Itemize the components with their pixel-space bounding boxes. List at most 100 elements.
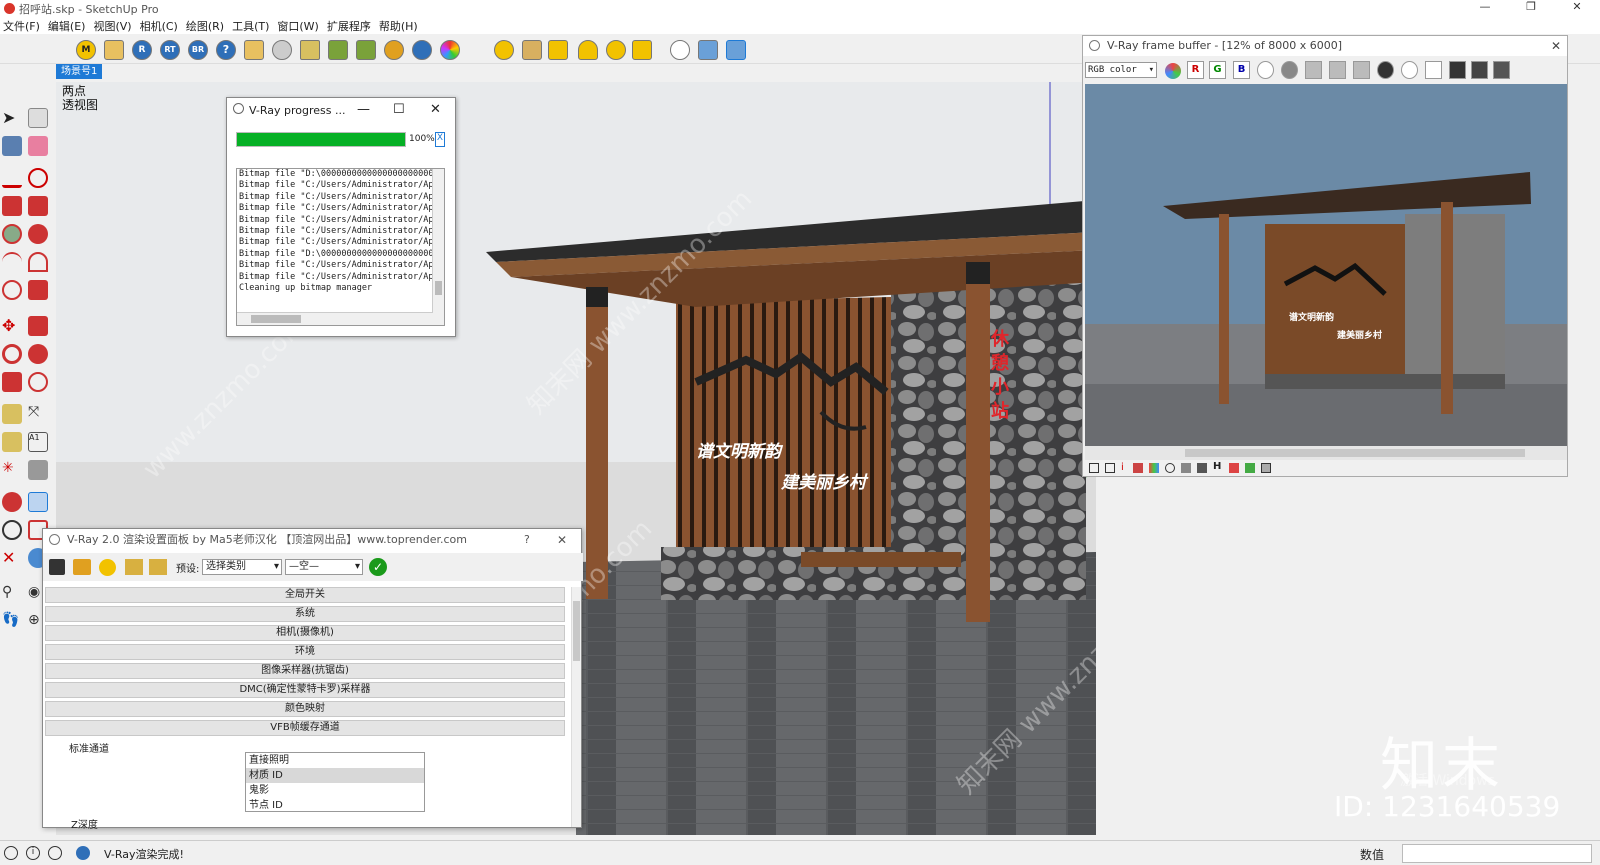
scroll-thumb[interactable]	[1185, 449, 1525, 457]
ies-light-icon[interactable]	[606, 40, 626, 60]
channel-select[interactable]: RGB color ▾	[1085, 62, 1157, 78]
menu-view[interactable]: 视图(V)	[93, 18, 131, 34]
scene-tab[interactable]: 场景号1	[56, 64, 103, 79]
dome-light-icon[interactable]	[578, 40, 598, 60]
freehand-icon[interactable]	[28, 168, 48, 188]
close-icon[interactable]: ✕	[1551, 36, 1561, 56]
preset-select[interactable]: —空— ▾	[285, 559, 363, 575]
rotate-icon[interactable]	[2, 344, 22, 364]
position-camera-icon[interactable]: ⚲	[2, 584, 22, 604]
channel-list[interactable]: 直接照明 材质 ID 鬼影 节点 ID	[245, 752, 425, 812]
arc-icon[interactable]	[2, 252, 22, 272]
copy-icon[interactable]	[1425, 61, 1442, 79]
pie-icon[interactable]	[28, 280, 48, 300]
load-preset-icon[interactable]	[125, 559, 143, 575]
push-pull-icon[interactable]	[28, 316, 48, 336]
color-channels-icon[interactable]	[1165, 63, 1181, 79]
text-tool-icon[interactable]: A1	[28, 432, 48, 452]
cube-view-icon[interactable]	[698, 40, 718, 60]
mono-icon[interactable]	[1281, 61, 1298, 79]
region-render-icon[interactable]	[1449, 61, 1466, 79]
zoom-icon[interactable]	[2, 520, 22, 540]
follow-me-icon[interactable]	[28, 344, 48, 364]
section-global-switches[interactable]: 全局开关	[45, 587, 565, 603]
color-picker-icon[interactable]	[440, 40, 460, 60]
list-item[interactable]: 节点 ID	[246, 798, 424, 813]
omni-light-icon[interactable]	[300, 40, 320, 60]
vray-frame-buffer-icon[interactable]	[244, 40, 264, 60]
section-color-mapping[interactable]: 颜色映射	[45, 701, 565, 717]
paint-bucket-icon[interactable]	[2, 136, 22, 156]
section-image-sampler[interactable]: 图像采样器(抗锯齿)	[45, 663, 565, 679]
vray-progress-titlebar[interactable]: V-Ray progress ... — ☐ ✕	[227, 98, 455, 122]
spot-light-icon[interactable]	[522, 40, 542, 60]
section-vfb-channels[interactable]: VFB帧缓存通道	[45, 720, 565, 736]
minimize-icon[interactable]: —	[1462, 0, 1508, 17]
eraser-icon[interactable]	[28, 136, 48, 156]
list-item[interactable]: 材质 ID	[246, 768, 424, 783]
section-camera[interactable]: 相机(摄像机)	[45, 625, 565, 641]
section-system[interactable]: 系统	[45, 606, 565, 622]
menu-help[interactable]: 帮助(H)	[379, 18, 418, 34]
compare-a-icon[interactable]	[1229, 463, 1239, 473]
close-icon[interactable]: ✕	[557, 529, 567, 551]
maximize-icon[interactable]: ☐	[393, 102, 405, 117]
dimension-icon[interactable]: ⤧	[28, 404, 48, 424]
track-mouse-icon[interactable]	[1401, 61, 1418, 79]
infinite-plane-icon[interactable]	[384, 40, 404, 60]
pause-render-icon[interactable]	[412, 40, 432, 60]
three-point-arc-icon[interactable]	[2, 280, 22, 300]
menu-extensions[interactable]: 扩展程序	[327, 18, 371, 34]
frame-icon[interactable]	[1261, 463, 1271, 473]
curves-icon[interactable]	[1149, 463, 1159, 473]
move-icon[interactable]: ✥	[2, 316, 22, 336]
make-component-icon[interactable]	[28, 108, 48, 128]
mesh-light-icon[interactable]	[632, 40, 652, 60]
frame-buffer-scrollbar[interactable]	[1085, 446, 1567, 460]
axes-icon[interactable]: ✳	[2, 460, 22, 480]
tape-measure-icon[interactable]	[2, 404, 22, 424]
3d-text-icon[interactable]	[28, 460, 48, 480]
vray-material-editor-icon[interactable]: M	[76, 40, 96, 60]
sphere-icon[interactable]	[494, 40, 514, 60]
history-icon[interactable]	[1089, 463, 1099, 473]
blue-channel-button[interactable]: B	[1233, 61, 1250, 79]
save-preset-icon[interactable]	[149, 559, 167, 575]
credits-icon[interactable]: i	[26, 846, 40, 860]
export-proxy-icon[interactable]	[356, 40, 376, 60]
offset-icon[interactable]	[28, 372, 48, 392]
settings-scrollbar[interactable]	[571, 587, 581, 827]
lut-icon[interactable]	[1197, 463, 1207, 473]
section-dmc-sampler[interactable]: DMC(确定性蒙特卡罗)采样器	[45, 682, 565, 698]
scroll-thumb[interactable]	[435, 281, 442, 295]
rectangle-icon[interactable]	[2, 196, 22, 216]
select-arrow-icon[interactable]: ➤	[2, 108, 22, 128]
walk-icon[interactable]: 👣	[2, 612, 22, 632]
green-channel-button[interactable]: G	[1209, 61, 1226, 79]
menu-draw[interactable]: 绘图(R)	[186, 18, 224, 34]
scale-icon[interactable]	[2, 372, 22, 392]
help-icon[interactable]	[76, 846, 90, 860]
user-icon[interactable]	[48, 846, 62, 860]
close-icon[interactable]: ✕	[1554, 0, 1600, 17]
list-item[interactable]: 直接照明	[246, 753, 424, 768]
crosshair-icon[interactable]	[670, 40, 690, 60]
section-environment[interactable]: 环境	[45, 644, 565, 660]
help-icon[interactable]: ?	[216, 40, 236, 60]
clear-image-icon[interactable]	[1353, 61, 1370, 79]
help-button[interactable]: ?	[524, 529, 530, 551]
log-horizontal-scrollbar[interactable]	[237, 312, 444, 325]
rotated-rectangle-icon[interactable]	[28, 196, 48, 216]
zoom-extents-icon[interactable]: ✕	[2, 548, 22, 568]
list-item[interactable]: 鬼影	[246, 783, 424, 798]
sphere-light-icon[interactable]	[272, 40, 292, 60]
open-settings-icon[interactable]	[73, 559, 91, 575]
compare-b-icon[interactable]	[1245, 463, 1255, 473]
value-input[interactable]	[1402, 844, 1592, 863]
line-tool-icon[interactable]	[2, 168, 22, 188]
vray-batch-render-icon[interactable]: BR	[188, 40, 208, 60]
orbit-icon[interactable]	[2, 492, 22, 512]
menu-edit[interactable]: 编辑(E)	[48, 18, 86, 34]
vray-rt-render-icon[interactable]: RT	[160, 40, 180, 60]
menu-camera[interactable]: 相机(C)	[140, 18, 178, 34]
